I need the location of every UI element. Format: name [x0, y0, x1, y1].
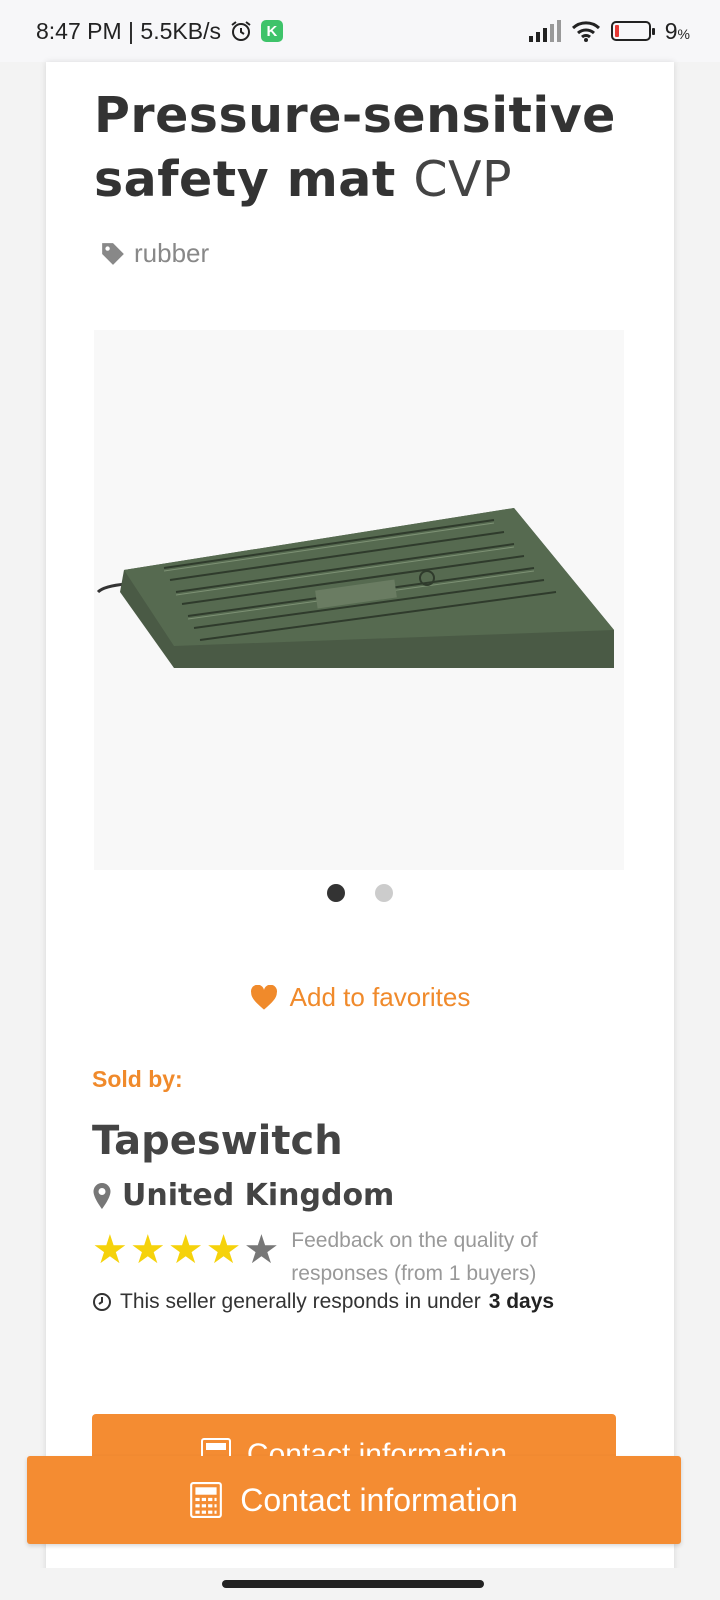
star-icon: ★ — [167, 1228, 204, 1272]
star-icon: ★ — [205, 1228, 242, 1272]
status-time: 8:47 PM | 5.5KB/s — [36, 17, 221, 44]
star-icon: ★ — [243, 1228, 280, 1272]
sold-by-label: Sold by: — [92, 1066, 183, 1092]
response-time: This seller generally responds in under … — [92, 1290, 554, 1314]
battery-percent-unit: % — [677, 25, 690, 42]
safety-mat-image — [94, 330, 624, 870]
product-tag[interactable]: rubber — [100, 238, 209, 269]
status-bar: 8:47 PM | 5.5KB/s K 9% — [0, 0, 720, 62]
tag-icon — [102, 242, 124, 265]
feedback-text: Feedback on the quality of responses (fr… — [291, 1229, 538, 1285]
seller-location: United Kingdom — [92, 1178, 394, 1213]
rating-stars: ★ ★ ★ ★ ★ — [92, 1228, 279, 1272]
star-icon: ★ — [92, 1228, 128, 1272]
seller-rating: ★ ★ ★ ★ ★ Feedback on the quality of res… — [92, 1228, 561, 1290]
carousel-dot-2[interactable] — [375, 884, 393, 902]
clock-icon — [93, 1293, 111, 1311]
home-gesture-handle[interactable] — [222, 1580, 484, 1588]
favorites-label: Add to favorites — [289, 982, 471, 1012]
battery-icon — [610, 21, 655, 41]
tag-label: rubber — [134, 238, 210, 268]
contact-information-button[interactable]: Contact information — [27, 1456, 681, 1544]
app-notification-icon: K — [260, 20, 283, 42]
wifi-icon — [571, 21, 600, 42]
product-title: Pressure-sensitive safety mat CVP — [94, 84, 634, 212]
seller-name[interactable]: Tapeswitch — [92, 1118, 343, 1164]
product-model: CVP — [413, 151, 513, 208]
product-title-text: Pressure-sensitive safety mat — [94, 87, 616, 208]
star-icon: ★ — [129, 1228, 166, 1272]
carousel-dots — [46, 884, 674, 902]
alarm-icon — [231, 21, 251, 41]
battery-percent: 9 — [664, 17, 678, 44]
response-prefix: This seller generally responds in under — [120, 1290, 481, 1313]
contact-label: Contact information — [240, 1481, 518, 1518]
product-card: Pressure-sensitive safety mat CVP rubber — [46, 62, 674, 1582]
signal-icon — [528, 20, 561, 42]
add-to-favorites-button[interactable]: Add to favorites — [46, 982, 674, 1013]
response-time-value: 3 days — [488, 1290, 555, 1313]
calculator-icon — [190, 1482, 223, 1518]
seller-country: United Kingdom — [122, 1178, 395, 1213]
carousel-dot-1[interactable] — [327, 884, 345, 902]
product-image[interactable] — [94, 330, 624, 870]
location-pin-icon — [93, 1182, 111, 1209]
heart-icon — [250, 984, 277, 1010]
